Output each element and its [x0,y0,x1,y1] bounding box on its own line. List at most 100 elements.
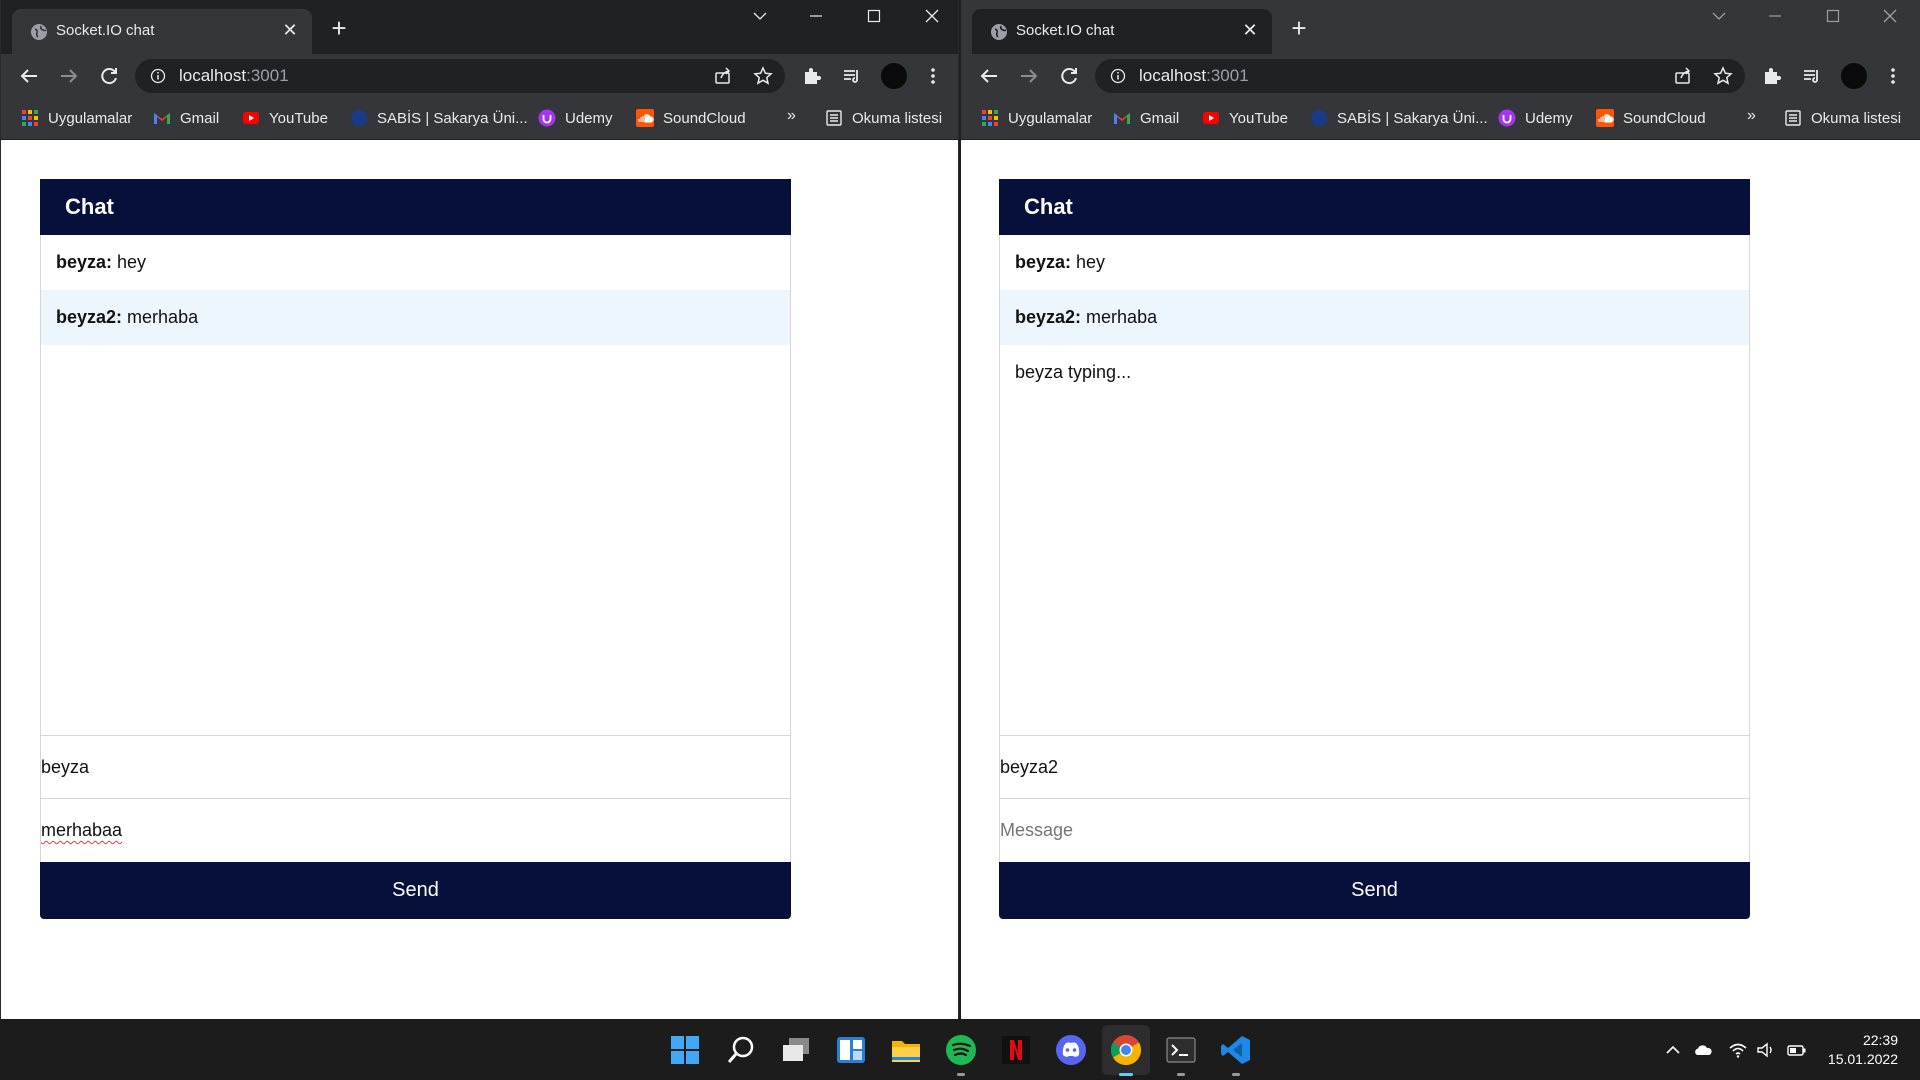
close-window-icon[interactable] [912,8,952,32]
bookmark-soundcloud[interactable]: SoundCloud [636,107,746,129]
bookmark-sabis[interactable]: SABİS | Sakarya Üni... [1310,107,1488,129]
bookmark-gmail[interactable]: Gmail [1113,107,1179,129]
reading-list-icon [826,110,842,126]
message-item: beyza: hey [1000,235,1749,290]
taskbar: 22:39 15.01.2022 [0,1019,1920,1080]
chevron-up-icon[interactable] [1663,1041,1683,1059]
profile-avatar[interactable] [1841,63,1867,89]
send-button[interactable]: Send [40,862,791,919]
file-explorer-icon[interactable] [889,1033,923,1067]
task-view-icon[interactable] [779,1033,813,1067]
tab-socketio-chat[interactable]: Socket.IO chat ✕ [12,9,312,54]
username-input[interactable]: beyza [40,735,791,799]
minimize-icon[interactable] [1755,8,1795,32]
bookmark-star-icon[interactable] [1713,66,1733,86]
profile-avatar[interactable] [881,63,907,89]
extensions-puzzle-icon[interactable] [802,66,822,86]
udemy-icon [1498,109,1516,127]
bookmark-sabis[interactable]: SABİS | Sakarya Üni... [350,107,528,129]
bookmark-youtube[interactable]: YouTube [1202,107,1288,129]
tab-search-icon[interactable] [1699,8,1739,32]
share-icon[interactable] [713,66,733,86]
tab-search-icon[interactable] [740,8,780,32]
close-tab-icon[interactable]: ✕ [1240,20,1260,40]
maximize-icon[interactable] [854,8,894,32]
bookmarks-overflow-icon[interactable]: » [787,107,796,125]
maximize-icon[interactable] [1813,8,1853,32]
apps-grid-icon [22,110,38,126]
reload-icon[interactable] [1055,62,1083,90]
bookmark-udemy[interactable]: Udemy [1498,107,1573,129]
site-info-icon[interactable] [1110,68,1126,84]
forward-arrow-icon[interactable] [1015,62,1043,90]
battery-icon[interactable] [1787,1041,1807,1059]
new-tab-icon[interactable]: + [327,15,351,41]
username-input[interactable]: beyza2 [999,735,1750,799]
message-value: merhabaa [41,820,123,840]
close-tab-icon[interactable]: ✕ [280,20,300,40]
close-window-icon[interactable] [1870,8,1910,32]
media-queue-icon[interactable] [1802,66,1822,86]
url-text: localhost:3001 [1139,66,1249,85]
netflix-icon[interactable] [999,1033,1033,1067]
chrome-icon[interactable] [1109,1033,1143,1076]
spotify-icon[interactable] [944,1033,978,1076]
clock-date: 15.01.2022 [1827,1051,1898,1067]
chat-container: Chat beyza: hey beyza2: merhaba beyza ty… [999,179,1750,919]
gmail-icon [154,113,170,124]
reading-list-label: Okuma listesi [1811,109,1902,127]
wifi-icon[interactable] [1728,1041,1748,1059]
terminal-icon[interactable] [1164,1033,1198,1076]
reading-list[interactable]: Okuma listesi [1784,107,1901,129]
tab-title: Socket.IO chat [56,22,155,39]
forward-arrow-icon[interactable] [55,62,83,90]
volume-icon[interactable] [1756,1041,1776,1059]
address-bar[interactable]: localhost:3001 [1095,59,1745,93]
message-text: merhaba [122,307,199,327]
clock-time: 22:39 [1862,1032,1898,1048]
message-placeholder: Message [1000,820,1074,840]
message-input[interactable]: merhabaa [40,798,791,862]
address-bar[interactable]: localhost:3001 [135,59,785,93]
typing-indicator: beyza typing... [1015,362,1132,382]
bookmark-soundcloud[interactable]: SoundCloud [1596,107,1706,129]
send-button[interactable]: Send [999,862,1750,919]
bookmark-udemy[interactable]: Udemy [538,107,613,129]
browser-window-left: Socket.IO chat ✕ + localhost:3001 Uygula… [0,0,959,1019]
reload-icon[interactable] [95,62,123,90]
bookmark-star-icon[interactable] [753,66,773,86]
widgets-icon[interactable] [834,1033,868,1067]
onedrive-cloud-icon[interactable] [1693,1041,1713,1059]
system-clock[interactable]: 22:39 15.01.2022 [1810,1031,1898,1069]
minimize-icon[interactable] [796,8,836,32]
media-queue-icon[interactable] [842,66,862,86]
vscode-icon[interactable] [1219,1033,1253,1076]
extensions-puzzle-icon[interactable] [1762,66,1782,86]
back-arrow-icon[interactable] [975,62,1003,90]
running-indicator [1119,1073,1133,1076]
reading-list-icon [1785,110,1801,126]
bookmark-label: Uygulamalar [1008,109,1093,127]
bookmark-youtube[interactable]: YouTube [242,107,328,129]
bookmark-apps[interactable]: Uygulamalar [981,107,1092,129]
start-icon[interactable] [668,1033,702,1067]
tab-socketio-chat[interactable]: Socket.IO chat ✕ [972,9,1272,54]
bookmark-apps[interactable]: Uygulamalar [21,107,132,129]
page-content: Chat beyza: hey beyza2: merhaba beyza me… [1,140,958,1019]
more-menu-icon[interactable] [923,66,943,86]
site-info-icon[interactable] [150,68,166,84]
bookmarks-overflow-icon[interactable]: » [1747,107,1756,125]
udemy-icon [538,109,556,127]
bookmark-label: SoundCloud [663,109,746,127]
back-arrow-icon[interactable] [15,62,43,90]
page-content: Chat beyza: hey beyza2: merhaba beyza ty… [961,140,1920,1019]
new-tab-icon[interactable]: + [1287,15,1311,41]
search-icon[interactable] [724,1033,758,1067]
discord-icon[interactable] [1054,1033,1088,1067]
running-indicator [1177,1073,1185,1076]
message-input[interactable]: Message [999,798,1750,862]
bookmark-gmail[interactable]: Gmail [153,107,219,129]
more-menu-icon[interactable] [1883,66,1903,86]
reading-list[interactable]: Okuma listesi [825,107,942,129]
share-icon[interactable] [1673,66,1693,86]
